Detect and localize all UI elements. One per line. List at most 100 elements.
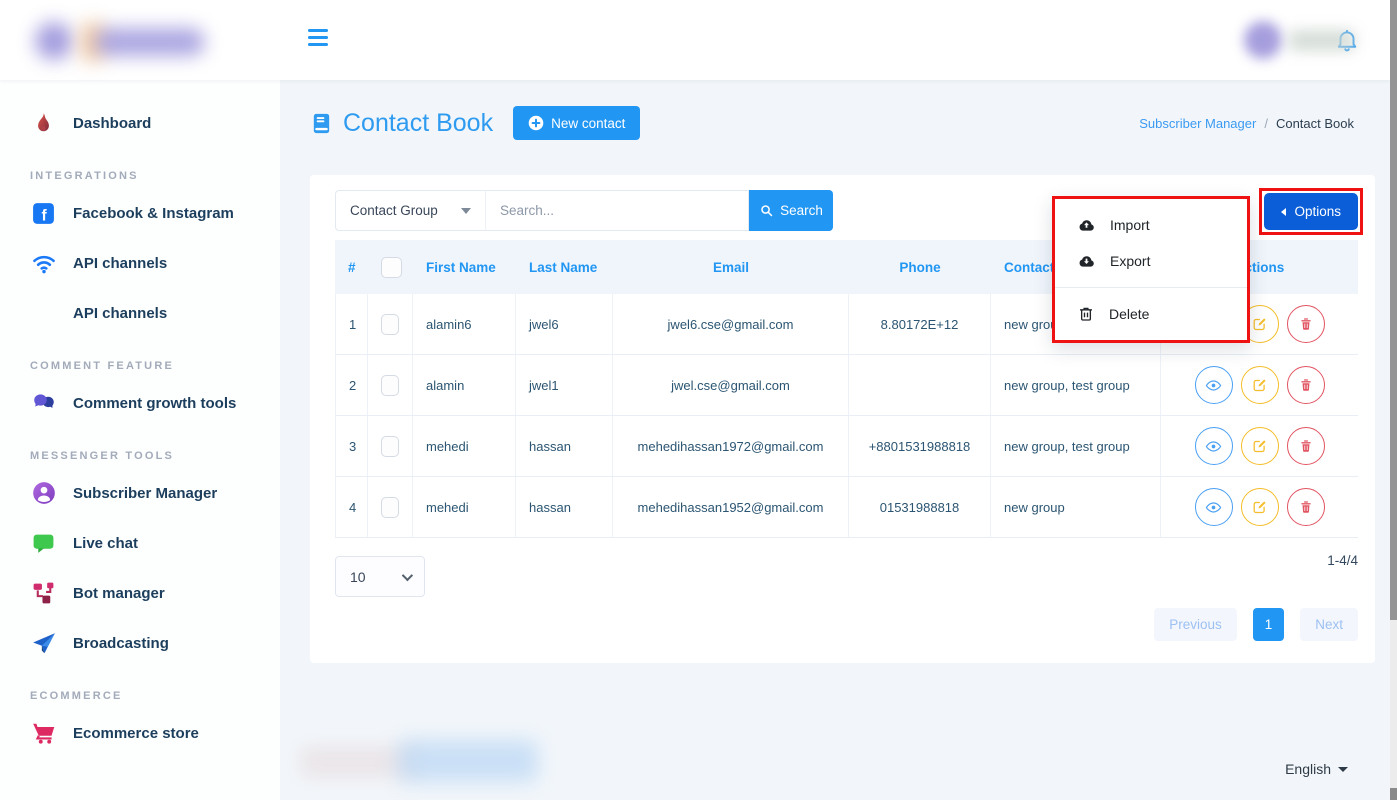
- delete-contact-button[interactable]: [1287, 488, 1325, 526]
- row-num: 4: [335, 477, 368, 537]
- sidebar-item-label: Dashboard: [73, 115, 151, 132]
- menu-item-import[interactable]: Import: [1055, 207, 1247, 243]
- row-num: 1: [335, 294, 368, 354]
- sidebar-item-bot-manager[interactable]: Bot manager: [0, 568, 280, 618]
- delete-contact-button[interactable]: [1287, 427, 1325, 465]
- sidebar-item-label: API channels: [73, 305, 167, 322]
- cell-first-name: alamin6: [413, 294, 516, 354]
- previous-page-button[interactable]: Previous: [1154, 608, 1237, 641]
- view-contact-button[interactable]: [1195, 427, 1233, 465]
- options-dropdown-menu: Import Export: [1052, 196, 1250, 343]
- trash-icon: [1298, 316, 1314, 332]
- cell-first-name: alamin: [413, 355, 516, 415]
- sidebar-item-live-chat[interactable]: Live chat: [0, 518, 280, 568]
- cart-icon: [30, 720, 57, 747]
- col-header-email: Email: [613, 260, 849, 275]
- scrollbar-thumb[interactable]: [1390, 0, 1397, 620]
- top-navbar: [0, 0, 1390, 80]
- trash-icon: [1298, 499, 1314, 515]
- edit-icon: [1251, 377, 1268, 394]
- sidebar-item-label: API channels: [73, 255, 167, 272]
- cell-email: mehedihassan1972@gmail.com: [613, 416, 849, 476]
- hamburger-menu-icon[interactable]: [308, 29, 330, 51]
- delete-contact-button[interactable]: [1287, 305, 1325, 343]
- view-contact-button[interactable]: [1195, 488, 1233, 526]
- footer-blurred-item: [398, 740, 538, 782]
- options-button[interactable]: Options: [1264, 193, 1358, 230]
- page-scrollbar[interactable]: [1390, 0, 1397, 800]
- edit-icon: [1251, 316, 1268, 333]
- breadcrumb-parent-link[interactable]: Subscriber Manager: [1139, 116, 1256, 131]
- cell-phone: [849, 355, 991, 415]
- sidebar-item-subscriber-manager[interactable]: Subscriber Manager: [0, 468, 280, 518]
- logo-mark: [35, 22, 73, 60]
- page-size-select[interactable]: 10: [335, 556, 425, 597]
- cell-groups: new group, test group: [991, 416, 1161, 476]
- svg-text:f: f: [42, 207, 48, 224]
- pagination: Previous 1 Next: [1154, 608, 1358, 641]
- edit-contact-button[interactable]: [1241, 488, 1279, 526]
- delete-contact-button[interactable]: [1287, 366, 1325, 404]
- cell-last-name: hassan: [516, 416, 613, 476]
- sidebar-item-label: Ecommerce store: [73, 725, 199, 742]
- edit-contact-button[interactable]: [1241, 366, 1279, 404]
- sidebar-item-api-channels[interactable]: API channels: [0, 238, 280, 288]
- search-button[interactable]: Search: [749, 190, 833, 231]
- cell-first-name: mehedi: [413, 416, 516, 476]
- sidebar-item-comment-growth-tools[interactable]: Comment growth tools: [0, 378, 280, 428]
- edit-icon: [1251, 499, 1268, 516]
- row-checkbox[interactable]: [381, 436, 399, 457]
- trash-icon: [1298, 438, 1314, 454]
- scrollbar-stub: [1390, 788, 1397, 800]
- cell-groups: new group, test group: [991, 355, 1161, 415]
- sidebar-item-facebook-instagram[interactable]: f Facebook & Instagram: [0, 188, 280, 238]
- new-contact-button[interactable]: New contact: [513, 106, 640, 140]
- current-page-button[interactable]: 1: [1253, 608, 1285, 641]
- sidebar-item-label: Live chat: [73, 535, 138, 552]
- sidebar-subitem-api-channels[interactable]: API channels: [0, 288, 280, 338]
- sidebar-item-label: Facebook & Instagram: [73, 205, 234, 222]
- menu-item-export[interactable]: Export: [1055, 243, 1247, 279]
- flame-icon: [30, 110, 57, 137]
- pagination-range-label: 1-4/4: [1327, 553, 1358, 568]
- col-header-phone: Phone: [849, 260, 991, 275]
- select-all-checkbox[interactable]: [381, 257, 402, 278]
- breadcrumb-current: Contact Book: [1276, 116, 1354, 131]
- sidebar-item-label: Comment growth tools: [73, 395, 236, 412]
- next-page-button[interactable]: Next: [1300, 608, 1358, 641]
- chat-bubble-icon: [30, 530, 57, 557]
- language-selector[interactable]: English: [1285, 761, 1348, 777]
- cell-email: mehedihassan1952@gmail.com: [613, 477, 849, 537]
- row-checkbox[interactable]: [381, 497, 399, 518]
- sidebar-item-ecommerce-store[interactable]: Ecommerce store: [0, 708, 280, 758]
- sidebar-item-dashboard[interactable]: Dashboard: [0, 98, 280, 148]
- edit-icon: [1251, 438, 1268, 455]
- search-icon: [759, 203, 774, 218]
- breadcrumb-separator: /: [1264, 116, 1268, 131]
- eye-icon: [1205, 377, 1222, 394]
- search-input[interactable]: [485, 190, 749, 231]
- contact-group-filter-select[interactable]: Contact Group: [335, 190, 485, 231]
- menu-divider: [1055, 287, 1247, 288]
- logo-wordmark: [95, 28, 205, 56]
- cell-groups: new group: [991, 477, 1161, 537]
- chevron-down-icon: [1338, 767, 1348, 772]
- trash-icon: [1298, 377, 1314, 393]
- row-checkbox[interactable]: [381, 314, 399, 335]
- table-row: 4 mehedi hassan mehedihassan1952@gmail.c…: [335, 477, 1358, 538]
- row-checkbox[interactable]: [381, 375, 399, 396]
- edit-contact-button[interactable]: [1241, 427, 1279, 465]
- app-logo-blurred[interactable]: [25, 10, 225, 72]
- user-avatar-blurred[interactable]: [1244, 21, 1282, 59]
- view-contact-button[interactable]: [1195, 366, 1233, 404]
- sidebar-section-comment-feature: COMMENT FEATURE: [0, 338, 280, 378]
- row-num: 3: [335, 416, 368, 476]
- menu-item-delete[interactable]: Delete: [1055, 296, 1247, 332]
- sidebar-item-label: Subscriber Manager: [73, 485, 217, 502]
- sidebar-item-broadcasting[interactable]: Broadcasting: [0, 618, 280, 668]
- chevron-down-icon: [402, 569, 413, 580]
- cell-phone: +8801531988818: [849, 416, 991, 476]
- breadcrumb: Subscriber Manager / Contact Book: [1139, 116, 1354, 131]
- cell-phone: 01531988818: [849, 477, 991, 537]
- cell-last-name: hassan: [516, 477, 613, 537]
